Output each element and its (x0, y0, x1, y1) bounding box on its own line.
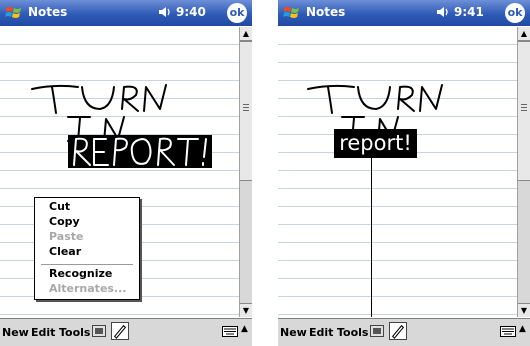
windows-start-icon[interactable] (282, 3, 302, 23)
keyboard-icon[interactable] (222, 326, 238, 337)
app-title: Notes (306, 5, 346, 19)
recording-toolbar-icon[interactable] (92, 325, 106, 337)
scroll-down-arrow-icon[interactable]: ▼ (518, 303, 530, 317)
menu-edit[interactable]: Edit (309, 326, 333, 339)
menu-item-alternates: Alternates... (49, 282, 127, 295)
text-cursor-line (371, 158, 372, 317)
ok-button[interactable]: ok (505, 3, 525, 23)
menu-item-recognize[interactable]: Recognize (35, 267, 139, 282)
command-bar: New Edit Tools ▲ (0, 318, 252, 346)
recording-toolbar-icon[interactable] (370, 325, 384, 337)
command-bar: New Edit Tools ▲ (278, 318, 530, 346)
menu-new[interactable]: New (2, 326, 29, 339)
windows-start-icon[interactable] (4, 3, 24, 23)
speaker-icon[interactable] (158, 5, 172, 19)
pen-button[interactable] (111, 322, 129, 340)
scroll-thumb[interactable] (518, 41, 530, 181)
menu-item-clear[interactable]: Clear (35, 245, 139, 260)
note-page[interactable]: report! (278, 27, 517, 317)
scroll-thumb[interactable] (240, 41, 252, 181)
menu-item-paste: Paste (49, 230, 84, 243)
clock[interactable]: 9:40 (176, 5, 206, 19)
menu-item-copy[interactable]: Copy (35, 215, 139, 230)
app-title: Notes (28, 5, 68, 19)
pen-button[interactable] (389, 322, 407, 340)
pen-icon (391, 324, 405, 339)
context-menu: Cut Copy Paste Clear Recognize Alternate… (34, 197, 140, 300)
pen-icon (113, 324, 127, 339)
input-panel-arrow-icon[interactable]: ▲ (241, 324, 248, 334)
note-page[interactable]: Cut Copy Paste Clear Recognize Alternate… (0, 27, 239, 317)
scroll-up-arrow-icon[interactable]: ▲ (518, 27, 530, 41)
scroll-up-arrow-icon[interactable]: ▲ (240, 27, 252, 41)
input-panel-arrow-icon[interactable]: ▲ (519, 324, 526, 334)
keyboard-icon[interactable] (500, 326, 516, 337)
title-bar: Notes 9:41 ok (278, 0, 530, 26)
vertical-scrollbar[interactable]: ▲ ▼ (517, 27, 530, 317)
ok-button[interactable]: ok (227, 3, 247, 23)
title-bar: Notes 9:40 ok (0, 0, 252, 26)
pocketpc-screen-before: Notes 9:40 ok Cut Copy Paste Clear Recog… (0, 0, 252, 346)
clock[interactable]: 9:41 (454, 5, 484, 19)
vertical-scrollbar[interactable]: ▲ ▼ (239, 27, 252, 317)
thumb-grip-icon (521, 104, 527, 111)
menu-edit[interactable]: Edit (31, 326, 55, 339)
speaker-icon[interactable] (436, 5, 450, 19)
handwriting-ink (307, 84, 443, 143)
scroll-down-arrow-icon[interactable]: ▼ (240, 303, 252, 317)
pocketpc-screen-after: Notes 9:41 ok report! ▲ ▼ New Edit Tools… (278, 0, 530, 346)
recognized-text[interactable]: report! (334, 129, 417, 158)
menu-separator (41, 264, 133, 265)
menu-item-cut[interactable]: Cut (35, 200, 139, 215)
menu-tools[interactable]: Tools (337, 326, 368, 339)
thumb-grip-icon (243, 104, 249, 111)
menu-tools[interactable]: Tools (59, 326, 90, 339)
menu-new[interactable]: New (280, 326, 307, 339)
